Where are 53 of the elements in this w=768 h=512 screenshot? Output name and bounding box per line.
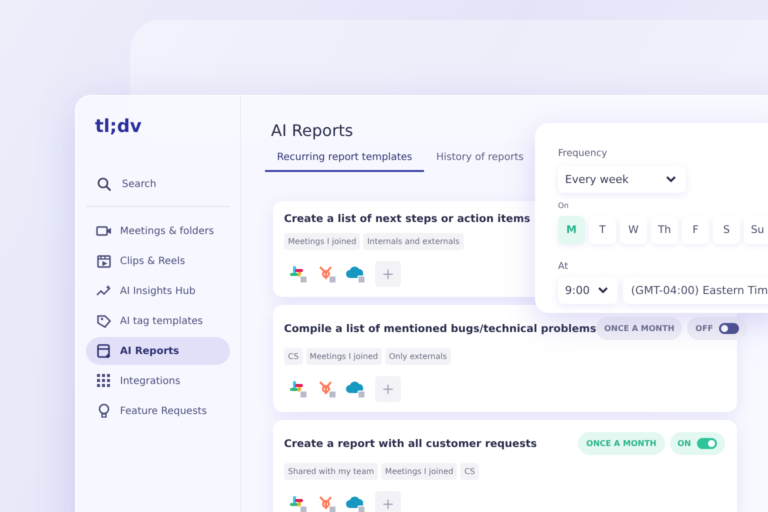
filter-tag: Only externals (384, 348, 451, 365)
day-button[interactable]: S (713, 216, 740, 244)
sidebar-item[interactable]: AI Insights Hub (86, 277, 230, 305)
filter-tag: Meetings I joined (381, 463, 458, 480)
chevron-down-icon (598, 287, 608, 294)
toggle-chip[interactable]: OFF (687, 317, 748, 340)
sidebar-item[interactable]: Feature Requests (86, 397, 230, 425)
filter-tag: CS (460, 463, 479, 480)
tab[interactable]: History of reports (424, 152, 536, 172)
sidebar-item[interactable]: Meetings & folders (86, 217, 230, 245)
node-icon (317, 264, 337, 284)
report-title: Create a report with all customer requests (284, 438, 537, 450)
day-button[interactable]: Su (744, 216, 768, 244)
report-title: Compile a list of mentioned bugs/technical problems (284, 322, 596, 334)
day-button[interactable]: T (589, 216, 616, 244)
frequency-badge: ONCE A MONTH (596, 317, 682, 340)
timezone-field[interactable]: (GMT-04:00) Eastern Tim (623, 277, 768, 304)
day-button[interactable]: W (620, 216, 647, 244)
sidebar-item[interactable]: Clips & Reels (86, 247, 230, 275)
report-title: Create a list of next steps or action items (284, 213, 530, 225)
filter-tag: Shared with my team (284, 463, 378, 480)
report-icon (96, 343, 112, 359)
colorful-hash-icon (288, 379, 308, 399)
search-button[interactable]: Search (97, 177, 156, 192)
day-button[interactable]: Th (651, 216, 678, 244)
search-icon (97, 177, 112, 192)
frequency-dropdown[interactable]: Every week (558, 166, 686, 193)
toggle-switch[interactable] (697, 438, 717, 449)
lightbulb-icon (96, 403, 112, 419)
filter-tag: Meetings I joined (284, 233, 360, 250)
logo: tl;dv (95, 116, 142, 137)
filter-tag: CS (284, 348, 303, 365)
time-dropdown[interactable]: 9:00 (558, 277, 618, 304)
tag-icon (96, 313, 112, 329)
filter-tag: Meetings I joined (306, 348, 382, 365)
page-title: AI Reports (271, 121, 354, 140)
sidebar-item[interactable]: AI Reports (86, 337, 230, 365)
node-icon (317, 379, 337, 399)
clapperboard-icon (96, 253, 112, 269)
grid-icon (96, 373, 112, 389)
colorful-hash-icon (288, 264, 308, 284)
frequency-badge: ONCE A MONTH (578, 432, 664, 455)
cloud-icon (346, 379, 366, 399)
cloud-icon (346, 264, 366, 284)
field-label: At (558, 261, 568, 272)
filter-tag: Internals and externals (363, 233, 464, 250)
sidebar-item[interactable]: Integrations (86, 367, 230, 395)
tab[interactable]: Recurring report templates (265, 152, 424, 172)
day-button[interactable]: F (682, 216, 709, 244)
sidebar-item[interactable]: AI tag templates (86, 307, 230, 335)
toggle-switch[interactable] (719, 323, 740, 334)
chevron-down-icon (666, 176, 676, 183)
field-label: Frequency (558, 148, 608, 159)
